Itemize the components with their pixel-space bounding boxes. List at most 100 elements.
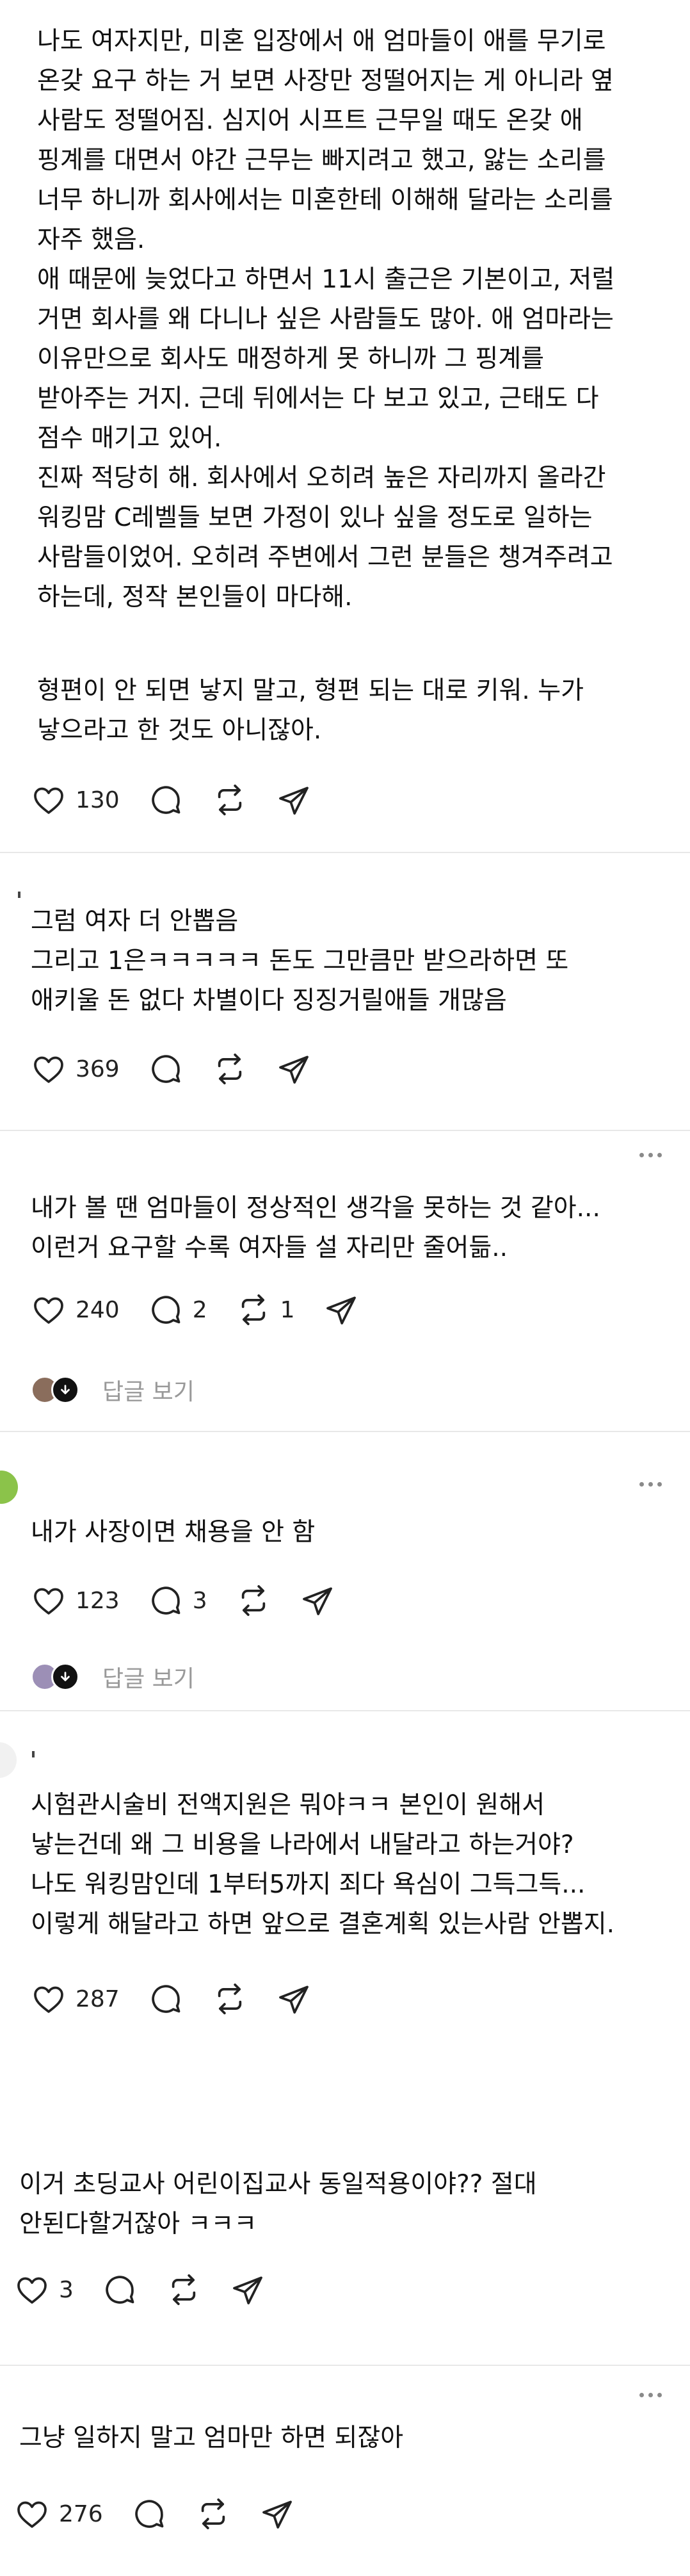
share-button[interactable] xyxy=(323,1292,359,1328)
post: 그럼 여자 더 안뽑음 그리고 1은ㅋㅋㅋㅋㅋ 돈도 그만큼만 받으라하면 또 … xyxy=(0,853,690,1130)
share-icon xyxy=(278,1056,309,1084)
like-count: 276 xyxy=(59,2500,103,2527)
repost-button[interactable] xyxy=(212,1981,276,2017)
like-button[interactable]: 130 xyxy=(31,782,148,818)
post-body: 이거 초딩교사 어린이집교사 동일적용이야?? 절대 안된다할거잖아 ㅋㅋㅋ xyxy=(19,2170,537,2238)
action-bar: 240 2 1 xyxy=(31,1289,359,1331)
view-replies-button[interactable]: 답글 보기 xyxy=(31,1373,195,1406)
repost-icon xyxy=(201,2498,225,2530)
comment-button[interactable] xyxy=(148,1051,212,1087)
share-button[interactable] xyxy=(276,1051,312,1087)
like-count: 123 xyxy=(76,1587,120,1614)
action-bar: 276 xyxy=(14,2493,295,2535)
like-button[interactable]: 123 xyxy=(31,1583,148,1618)
reply-indicator xyxy=(51,1376,79,1404)
share-icon xyxy=(233,2276,262,2304)
like-count: 3 xyxy=(59,2276,74,2303)
avatar xyxy=(0,1742,17,1778)
more-icon xyxy=(639,1152,644,1157)
arrow-down-icon xyxy=(61,1672,70,1681)
heart-icon xyxy=(17,2277,47,2304)
more-options-button[interactable] xyxy=(631,2385,670,2404)
heart-icon xyxy=(34,1297,63,1324)
repost-button[interactable]: 1 xyxy=(236,1292,323,1328)
post: 시험관시술비 전액지원은 뭐야ㅋㅋ 본인이 원해서 낳는건데 왜 그 비용을 나… xyxy=(0,1711,690,2062)
arrow-down-icon xyxy=(61,1385,70,1394)
repost-icon xyxy=(172,2274,196,2306)
like-count: 369 xyxy=(76,1056,120,1082)
repost-count: 1 xyxy=(280,1296,295,1323)
more-icon xyxy=(639,2392,644,2397)
like-count: 240 xyxy=(76,1296,120,1323)
repost-icon xyxy=(218,1983,241,2015)
share-icon xyxy=(262,2500,292,2529)
post-body: 나도 여자지만, 미혼 입장에서 애 엄마들이 애를 무기로 온갖 요구 하는 … xyxy=(37,27,615,612)
action-bar: 287 xyxy=(31,1978,312,2020)
more-options-button[interactable] xyxy=(631,1474,670,1494)
like-button[interactable]: 287 xyxy=(31,1981,148,2017)
share-button[interactable] xyxy=(259,2496,295,2532)
repost-button[interactable] xyxy=(236,1583,300,1618)
share-icon xyxy=(278,1985,309,2014)
post-body: 그럼 여자 더 안뽑음 그리고 1은ㅋㅋㅋㅋㅋ 돈도 그만큼만 받으라하면 또 … xyxy=(31,907,569,1015)
post: 내가 볼 땐 엄마들이 정상적인 생각을 못하는 것 같아... 이런거 요구할… xyxy=(0,1131,690,1431)
heart-icon xyxy=(34,1056,63,1083)
comment-icon xyxy=(152,1985,181,2013)
post-body: 시험관시술비 전액지원은 뭐야ㅋㅋ 본인이 원해서 낳는건데 왜 그 비용을 나… xyxy=(31,1791,615,1939)
comment-count: 2 xyxy=(192,1296,207,1323)
post-body: 그냥 일하지 말고 엄마만 하면 되잖아 xyxy=(19,2424,404,2452)
comment-button[interactable] xyxy=(131,2496,195,2532)
comment-button[interactable] xyxy=(148,782,212,818)
share-button[interactable] xyxy=(230,2272,266,2308)
like-count: 130 xyxy=(76,787,120,813)
heart-icon xyxy=(34,1588,63,1615)
like-button[interactable]: 3 xyxy=(14,2272,102,2308)
repost-button[interactable] xyxy=(212,782,276,818)
avatar-fragment xyxy=(18,892,20,898)
comment-icon xyxy=(152,1055,181,1083)
action-bar: 130 xyxy=(31,779,312,821)
post-body-closing: 형편이 안 되면 낳지 말고, 형편 되는 대로 키워. 누가 낳으라고 한 것… xyxy=(37,676,584,745)
comment-icon xyxy=(152,786,181,814)
avatar xyxy=(0,1471,18,1504)
avatar-fragment xyxy=(32,1751,35,1757)
comment-button[interactable] xyxy=(102,2272,166,2308)
like-button[interactable]: 240 xyxy=(31,1292,148,1328)
action-bar: 3 xyxy=(14,2269,266,2311)
action-bar: 369 xyxy=(31,1048,312,1090)
repost-button[interactable] xyxy=(195,2496,259,2532)
more-icon xyxy=(639,1481,644,1487)
post-body: 내가 볼 땐 엄마들이 정상적인 생각을 못하는 것 같아... 이런거 요구할… xyxy=(31,1194,600,1262)
view-replies-button[interactable]: 답글 보기 xyxy=(31,1660,195,1693)
comment-button[interactable] xyxy=(148,1981,212,2017)
like-count: 287 xyxy=(76,1985,120,2012)
share-icon xyxy=(326,1296,356,1325)
like-button[interactable]: 276 xyxy=(14,2496,131,2532)
comment-count: 3 xyxy=(192,1587,207,1614)
action-bar: 123 3 xyxy=(31,1579,335,1622)
post: 나도 여자지만, 미혼 입장에서 애 엄마들이 애를 무기로 온갖 요구 하는 … xyxy=(0,0,690,852)
share-button[interactable] xyxy=(300,1583,335,1618)
view-replies-label: 답글 보기 xyxy=(102,1379,195,1405)
more-options-button[interactable] xyxy=(631,1145,670,1164)
repost-button[interactable] xyxy=(166,2272,230,2308)
comment-button[interactable]: 3 xyxy=(148,1583,236,1618)
repost-button[interactable] xyxy=(212,1051,276,1087)
share-icon xyxy=(302,1587,332,1615)
post: 내가 사장이면 채용을 안 함 123 3 답글 보기 xyxy=(0,1432,690,1710)
share-button[interactable] xyxy=(276,782,312,818)
comment-button[interactable]: 2 xyxy=(148,1292,236,1328)
share-button[interactable] xyxy=(276,1981,312,2017)
repost-icon xyxy=(218,1053,241,1085)
heart-icon xyxy=(34,1986,63,2013)
comment-icon xyxy=(152,1586,181,1615)
like-button[interactable]: 369 xyxy=(31,1051,148,1087)
heart-icon xyxy=(17,2501,47,2528)
repost-icon xyxy=(218,784,241,816)
reply-indicator xyxy=(51,1663,79,1691)
comment-icon xyxy=(106,2276,134,2304)
share-icon xyxy=(278,787,309,815)
post: 이거 초딩교사 어린이집교사 동일적용이야?? 절대 안된다할거잖아 ㅋㅋㅋ 3 xyxy=(0,2062,690,2365)
repost-icon xyxy=(241,1294,265,1326)
view-replies-label: 답글 보기 xyxy=(102,1666,195,1692)
